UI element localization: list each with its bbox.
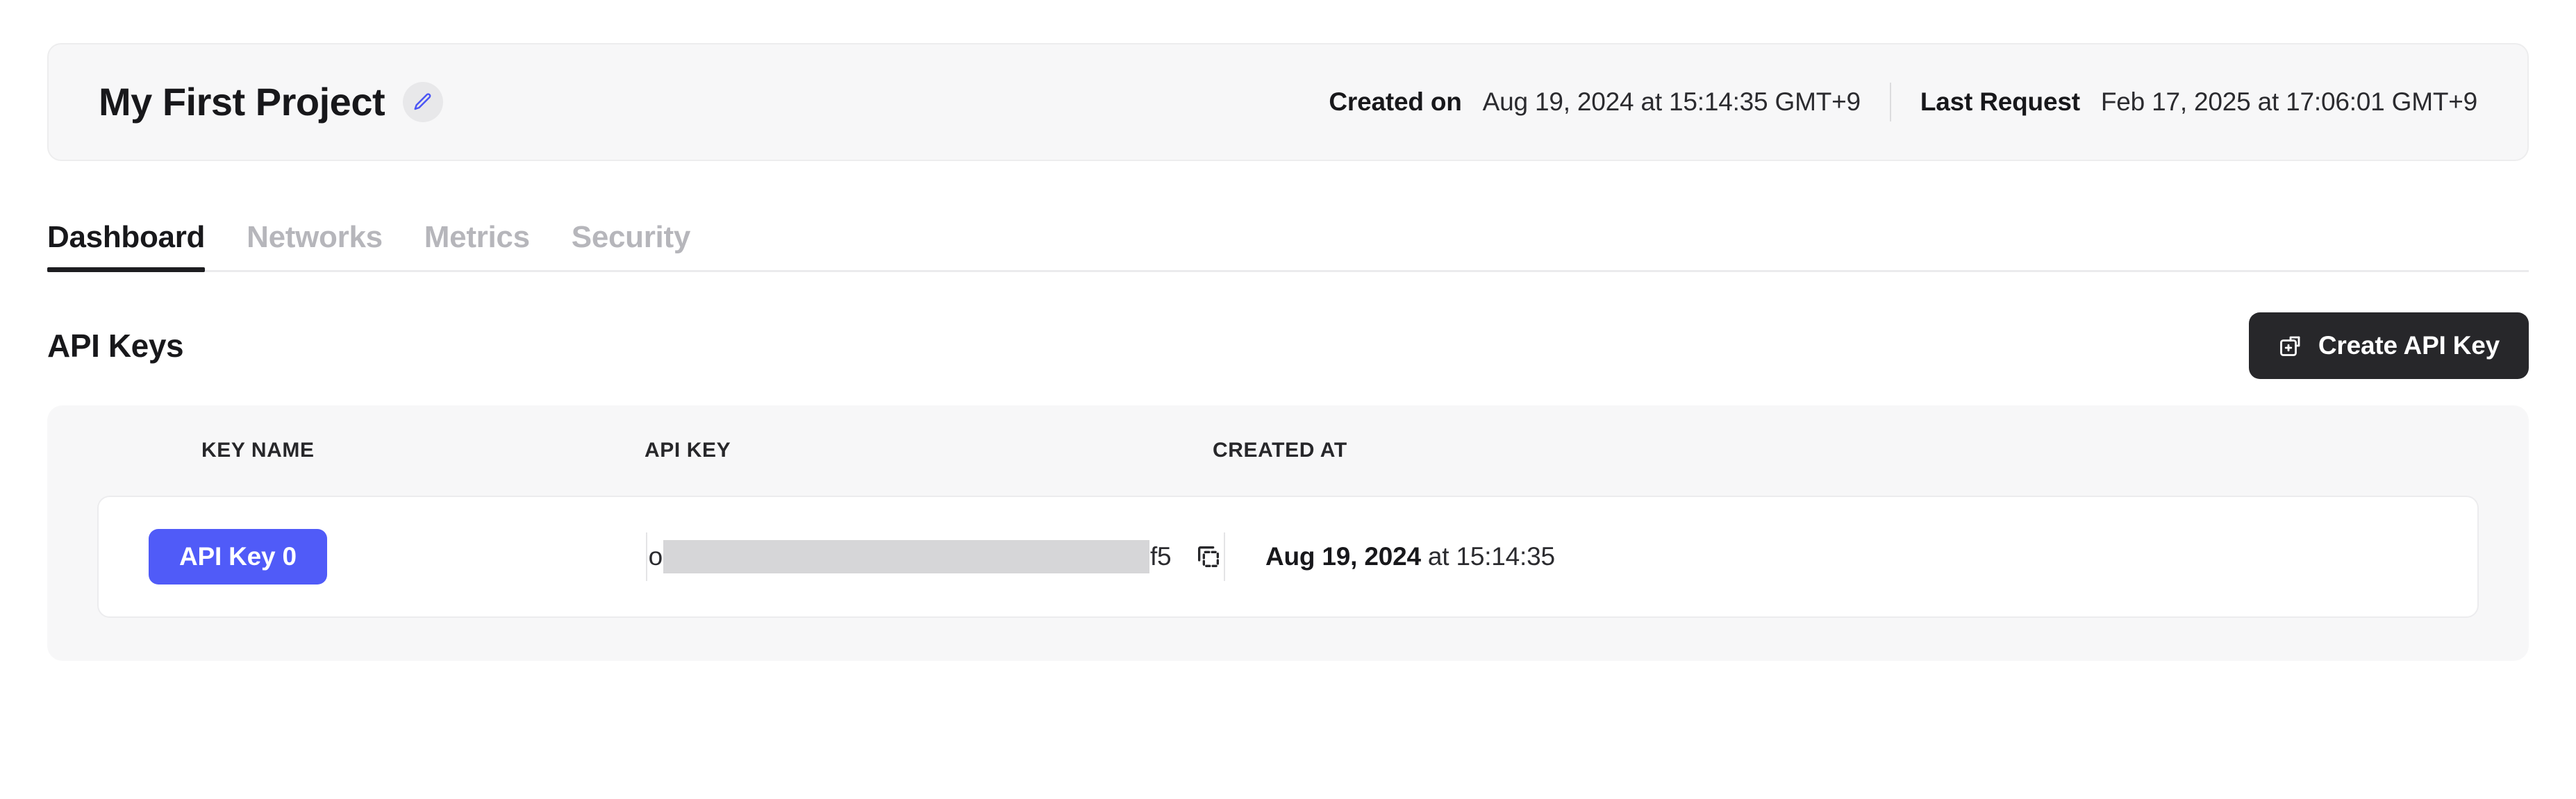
cell-api-key: o f5 [647,540,1224,573]
tab-security[interactable]: Security [572,220,691,270]
last-request-meta: Last Request Feb 17, 2025 at 17:06:01 GM… [1920,87,2477,117]
api-key-name-badge[interactable]: API Key 0 [149,528,327,585]
api-key-prefix: o [648,542,663,571]
created-on-value: Aug 19, 2024 at 15:14:35 GMT+9 [1482,87,1861,116]
pencil-icon [413,92,433,112]
meta-divider [1889,83,1891,121]
project-meta-group: Created on Aug 19, 2024 at 15:14:35 GMT+… [1329,83,2477,121]
project-title-group: My First Project [99,80,444,124]
copy-api-key-button[interactable] [1195,543,1222,571]
tab-dashboard[interactable]: Dashboard [47,220,205,272]
column-header-created-at: CREATED AT [1213,439,1347,462]
create-api-key-button[interactable]: Create API Key [2248,312,2529,379]
api-key-redacted-block [663,540,1149,573]
column-header-api-key: API KEY [645,439,731,462]
cell-created-at: Aug 19, 2024 at 15:14:35 [1225,542,2477,571]
api-keys-table-header: KEY NAME API KEY CREATED AT [47,405,2529,496]
section-title: API Keys [47,328,184,364]
created-on-meta: Created on Aug 19, 2024 at 15:14:35 GMT+… [1329,87,1861,117]
table-row: API Key 0 o f5 Aug 19, 2024 at 15:14:35 [97,496,2479,618]
tab-bar: Dashboard Networks Metrics Security [47,204,2529,272]
api-keys-card: KEY NAME API KEY CREATED AT API Key 0 o f… [47,405,2529,661]
tab-metrics[interactable]: Metrics [424,220,530,270]
created-at-date: Aug 19, 2024 [1265,542,1421,571]
api-key-value: o f5 [649,540,1172,573]
api-keys-section-header: API Keys Create API Key [47,312,2529,379]
project-header-card: My First Project Created on Aug 19, 2024… [47,43,2529,161]
tab-networks[interactable]: Networks [247,220,383,270]
last-request-label: Last Request [1920,87,2080,116]
page-title: My First Project [99,80,385,124]
created-on-label: Created on [1329,87,1462,116]
column-header-key-name: KEY NAME [201,439,315,462]
last-request-value: Feb 17, 2025 at 17:06:01 GMT+9 [2100,87,2477,116]
api-key-suffix: f5 [1149,542,1172,571]
edit-project-name-button[interactable] [403,82,444,122]
copy-icon [1195,543,1222,571]
copy-plus-icon [2278,333,2303,358]
create-api-key-label: Create API Key [2318,331,2500,360]
cell-key-name: API Key 0 [99,528,646,585]
created-at-time: at 15:14:35 [1420,542,1555,571]
page-root: My First Project Created on Aug 19, 2024… [0,43,2576,799]
